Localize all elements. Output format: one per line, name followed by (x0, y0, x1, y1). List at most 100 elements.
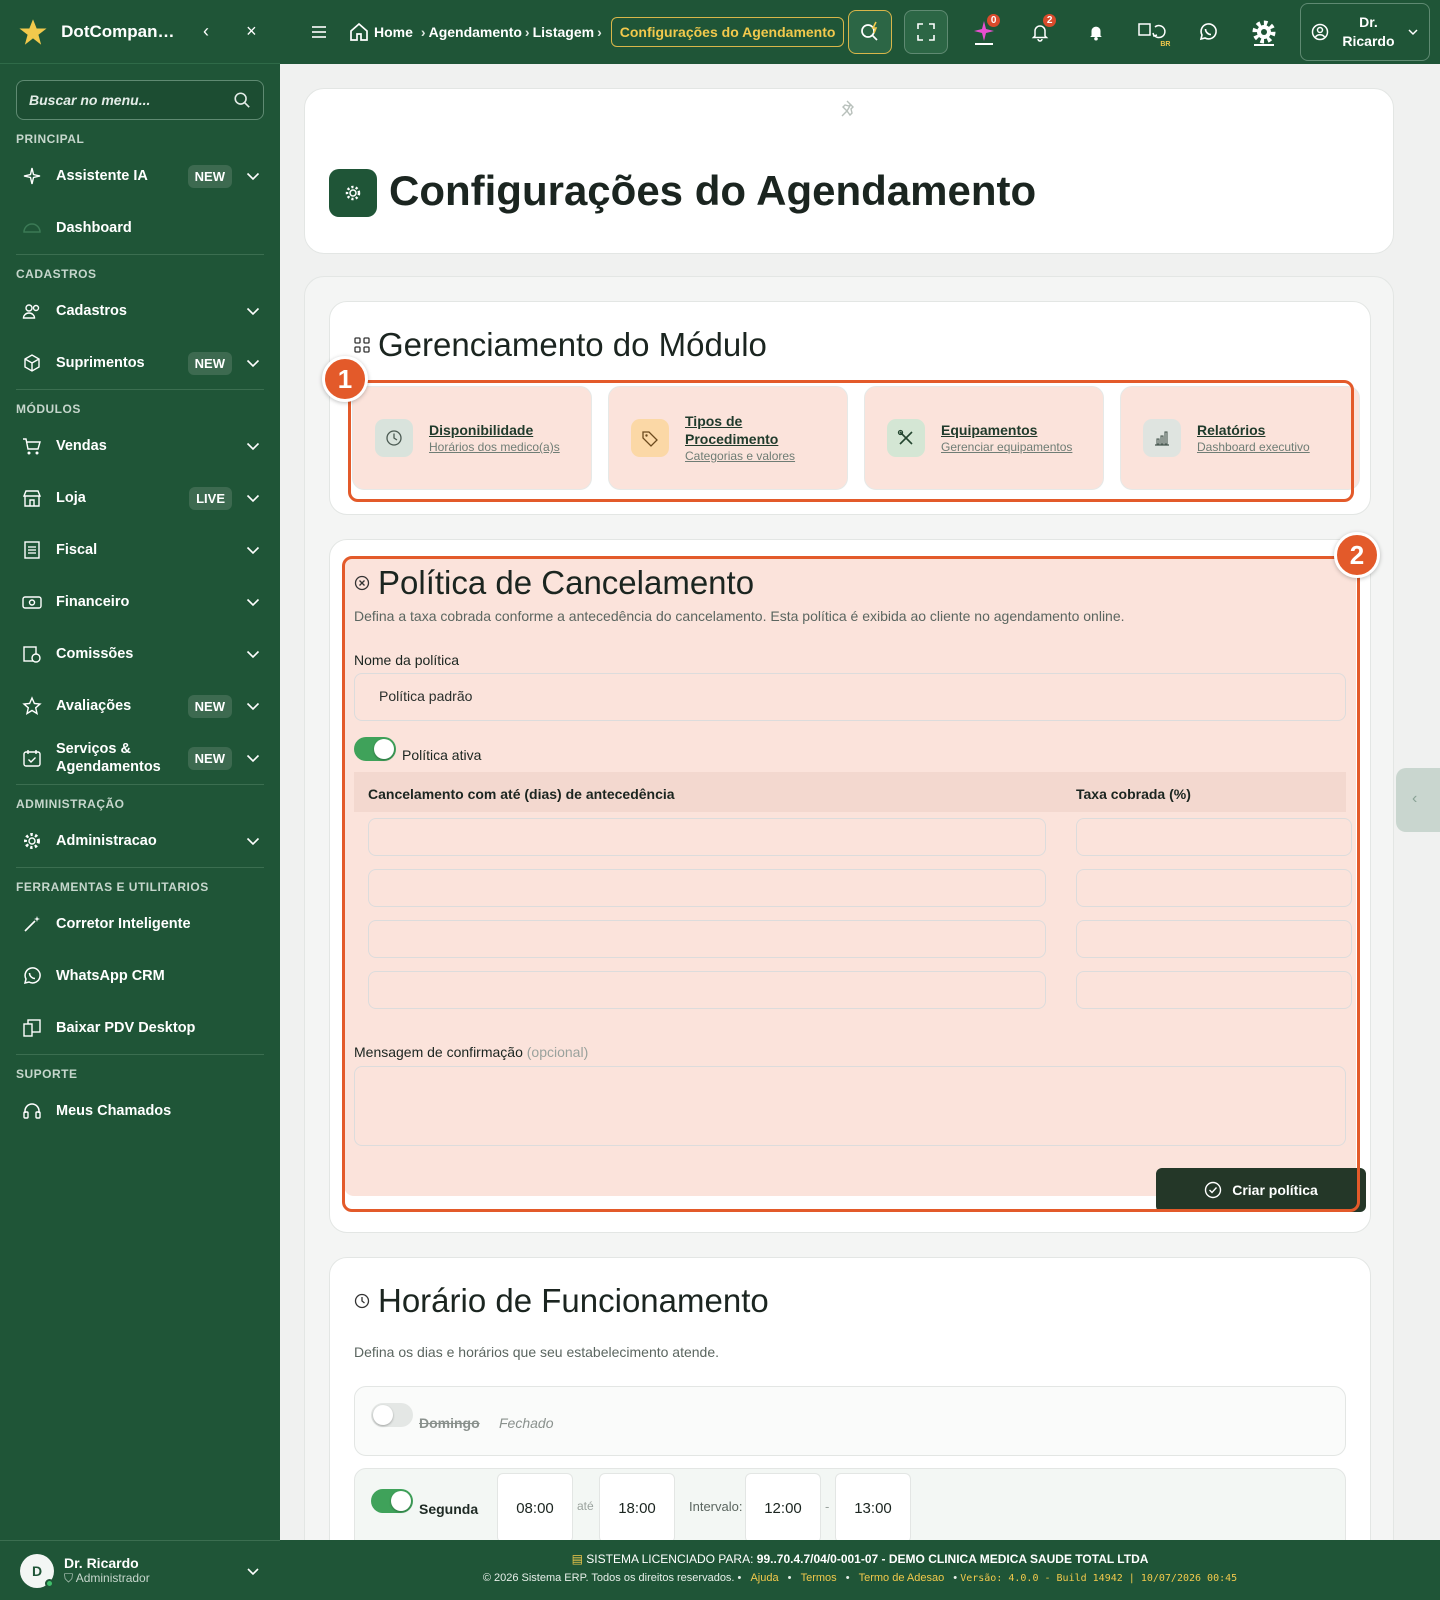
terms-link[interactable]: Termos (801, 1572, 837, 1584)
sidebar-item-comiss-es[interactable]: Comissões (0, 628, 280, 680)
chevron-down-icon (246, 442, 260, 451)
sidebar-item-loja[interactable]: Loja LIVE (0, 472, 280, 524)
user-menu-name-line1: Dr. (1359, 14, 1378, 30)
fullscreen-button[interactable] (904, 10, 949, 54)
notifications-button[interactable]: 2 (1012, 10, 1068, 54)
grid-icon (354, 337, 370, 353)
money-icon (22, 592, 42, 612)
notification-count-badge: 2 (1042, 14, 1057, 27)
whatsapp-button[interactable] (1180, 10, 1236, 54)
chevron-down-icon (246, 598, 260, 607)
chevron-down-icon (246, 359, 260, 368)
breadcrumb-listagem[interactable]: Listagem (533, 24, 594, 40)
breadcrumb-separator: › (420, 24, 426, 40)
sidebar-item-meus-chamados[interactable]: Meus Chamados (0, 1085, 280, 1137)
breadcrumb-separator: › (524, 24, 530, 40)
bell-icon (1090, 26, 1103, 41)
sidebar-item-label: Assistente IA (56, 168, 148, 184)
end-time-input[interactable]: 18:00 (599, 1473, 675, 1540)
ai-assistant-button[interactable]: 0 (956, 10, 1012, 54)
sidebar-item-badge: NEW (187, 351, 232, 375)
headset-icon (22, 1101, 42, 1121)
help-link[interactable]: Ajuda (750, 1572, 778, 1584)
hamburger-menu-icon[interactable] (310, 23, 328, 41)
sidebar-item-label: Vendas (56, 438, 107, 454)
start-time-input[interactable]: 08:00 (497, 1473, 573, 1540)
highlight-box-2 (342, 556, 1360, 1212)
sidebar-section-title: MÓDULOS (16, 402, 81, 416)
sidebar-item-label: Cadastros (56, 303, 127, 319)
sidebar-item-label: Baixar PDV Desktop (56, 1020, 196, 1036)
settings-icon (329, 169, 377, 217)
day-name: Domingo (419, 1415, 480, 1431)
avatar: D (20, 1553, 54, 1588)
home-icon (350, 22, 368, 41)
sidebar-divider (16, 254, 264, 255)
break-start-input[interactable]: 12:00 (745, 1473, 821, 1540)
chevron-down-icon (1408, 29, 1418, 36)
sidebar-item-dashboard[interactable]: Dashboard (0, 202, 280, 254)
translate-icon (1138, 23, 1167, 39)
breadcrumb-separator: › (597, 24, 602, 40)
sidebar-divider (16, 1054, 264, 1055)
day-toggle-sunday[interactable] (371, 1403, 413, 1427)
sidebar-item-servi-os-agendamentos[interactable]: Serviços & Agendamentos NEW (0, 732, 280, 784)
license-value: 99..70.4.7/04/0-001-07 - DEMO CLINICA ME… (756, 1552, 1149, 1566)
topbar: Home › Agendamento › Listagem › Configur… (280, 0, 1440, 64)
sidebar-item-label: Comissões (56, 646, 134, 662)
cancellation-policy-card: Política de Cancelamento Defina a taxa c… (329, 532, 1380, 1233)
sidebar-item-baixar-pdv-desktop[interactable]: Baixar PDV Desktop (0, 1002, 280, 1054)
sidebar-nav: PRINCIPAL Assistente IA NEW Dashboard CADAST… (0, 128, 280, 1137)
breadcrumb-home[interactable]: Home (374, 24, 413, 40)
store-icon (22, 488, 42, 508)
adhesion-terms-link[interactable]: Termo de Adesao (859, 1572, 945, 1584)
quick-search-button[interactable] (848, 10, 893, 54)
logo-icon (16, 15, 49, 49)
download-desktop-icon (22, 1018, 42, 1038)
menu-search[interactable]: Buscar no menu... (16, 80, 264, 120)
sidebar-item-avalia-es[interactable]: Avaliações NEW (0, 680, 280, 732)
break-end-input[interactable]: 13:00 (835, 1473, 911, 1540)
ai-count-badge: 0 (986, 14, 1001, 27)
search-bolt-icon (861, 21, 879, 41)
gear-icon (22, 831, 42, 851)
close-icon[interactable]: × (239, 21, 264, 42)
sidebar-item-label: Avaliações (56, 698, 132, 714)
sidebar-item-suprimentos[interactable]: Suprimentos NEW (0, 337, 280, 389)
sidebar-item-assistente-ia[interactable]: Assistente IA NEW (0, 150, 280, 202)
collapse-sidebar-icon[interactable]: ‹ (193, 21, 218, 42)
sidebar-item-corretor-inteligente[interactable]: Corretor Inteligente (0, 898, 280, 950)
language-button[interactable]: BR (1124, 10, 1180, 54)
sidebar-item-financeiro[interactable]: Financeiro (0, 576, 280, 628)
day-status: Fechado (499, 1415, 554, 1431)
until-label: até (577, 1499, 594, 1513)
alerts-button[interactable] (1068, 10, 1124, 54)
sidebar-item-cadastros[interactable]: Cadastros (0, 285, 280, 337)
pin-icon[interactable] (838, 97, 862, 121)
chevron-down-icon (246, 702, 260, 711)
sidebar: DotCompan… ‹ × Buscar no menu... PRINCIP… (0, 0, 280, 1600)
highlight-box-1 (348, 380, 1354, 502)
user-menu-name-line2: Ricardo (1342, 33, 1395, 49)
sidebar-item-label: Loja (56, 490, 86, 506)
chevron-down-icon (246, 172, 260, 181)
sidebar-item-label: Serviços & Agendamentos (56, 741, 161, 775)
settings-button[interactable] (1236, 10, 1292, 54)
sidebar-item-whatsapp-crm[interactable]: WhatsApp CRM (0, 950, 280, 1002)
fullscreen-icon (917, 23, 936, 41)
chevron-down-icon[interactable] (246, 1564, 260, 1578)
side-panel-tab[interactable]: ‹ (1396, 768, 1440, 832)
user-menu-button[interactable]: Dr. Ricardo (1300, 3, 1431, 61)
day-row-monday: Segunda 08:00 até 18:00 Intervalo: 12:00… (354, 1468, 1346, 1540)
sidebar-user[interactable]: D Dr. Ricardo ⛉ Administrador (0, 1540, 280, 1600)
sidebar-item-label: WhatsApp CRM (56, 968, 165, 984)
sidebar-item-vendas[interactable]: Vendas (0, 420, 280, 472)
day-toggle-monday[interactable] (371, 1489, 413, 1513)
business-hours-title: Horário de Funcionamento (354, 1282, 769, 1320)
sidebar-item-badge: NEW (187, 164, 232, 188)
sidebar-item-badge: LIVE (189, 486, 232, 510)
breadcrumb-current: Configurações do Agendamento (610, 17, 845, 47)
sidebar-item-fiscal[interactable]: Fiscal (0, 524, 280, 576)
breadcrumb-agendamento[interactable]: Agendamento (429, 24, 522, 40)
sidebar-item-administracao[interactable]: Administracao (0, 815, 280, 867)
